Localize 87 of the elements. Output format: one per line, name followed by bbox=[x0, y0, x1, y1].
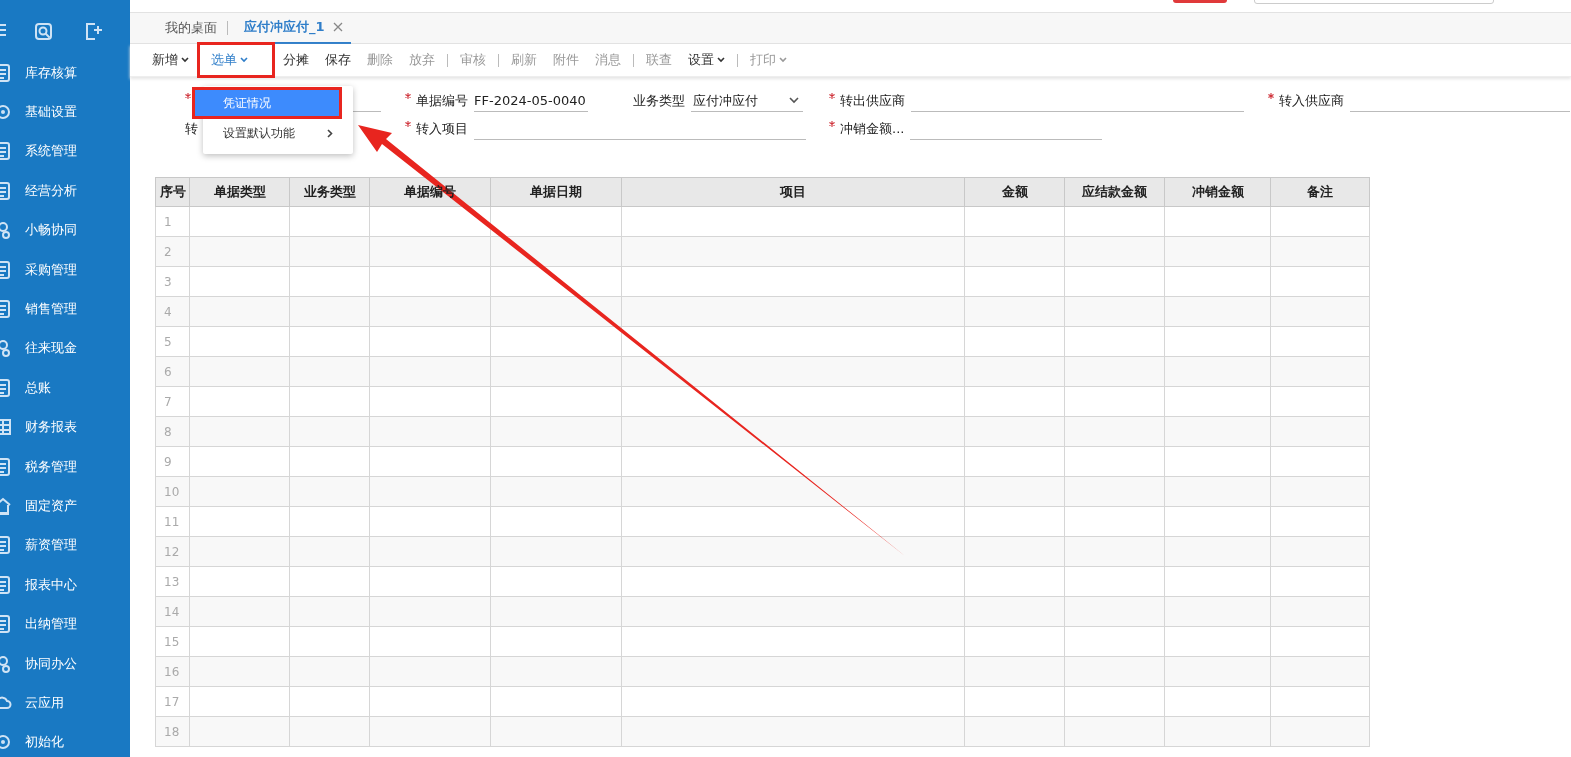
document-icon bbox=[0, 180, 12, 201]
caret-icon bbox=[779, 57, 787, 63]
toolbar-button[interactable]: 设置 bbox=[680, 45, 733, 75]
document-icon bbox=[0, 456, 12, 477]
field-label: 转出供应商 bbox=[840, 92, 905, 110]
sidebar-item[interactable]: 系统管理 bbox=[0, 131, 130, 172]
sidebar-item[interactable]: 报表中心 bbox=[0, 565, 130, 605]
row-number: 10 bbox=[155, 476, 190, 507]
document-icon bbox=[0, 574, 12, 595]
tab[interactable]: 我的桌面 bbox=[163, 12, 219, 44]
document-icon bbox=[0, 141, 12, 162]
sidebar-item[interactable]: 税务管理 bbox=[0, 446, 130, 487]
add-document-icon[interactable] bbox=[85, 23, 102, 40]
row-number: 15 bbox=[155, 626, 190, 657]
caret-icon bbox=[717, 57, 725, 63]
row-number: 3 bbox=[155, 266, 190, 297]
search-icon[interactable] bbox=[35, 23, 52, 40]
column-header: 应结款金额 bbox=[1082, 184, 1147, 199]
row-number: 16 bbox=[155, 656, 190, 687]
row-number: 7 bbox=[155, 386, 190, 417]
toolbar-button[interactable]: 分摊 bbox=[275, 45, 317, 75]
people-icon bbox=[0, 338, 12, 359]
row-number: 12 bbox=[155, 536, 190, 567]
sidebar-item[interactable]: 采购管理 bbox=[0, 249, 130, 290]
toolbar-button[interactable]: 选单 bbox=[197, 42, 275, 78]
sidebar-item[interactable]: 初始化 bbox=[0, 722, 130, 757]
sidebar-item[interactable]: 经营分析 bbox=[0, 171, 130, 211]
row-number: 9 bbox=[155, 446, 190, 477]
toolbar-button[interactable]: 保存 bbox=[317, 45, 359, 75]
row-number: 14 bbox=[155, 596, 190, 627]
document-icon bbox=[0, 259, 12, 280]
column-header: 单据日期 bbox=[530, 184, 582, 199]
field-label: 业务类型 bbox=[633, 92, 685, 110]
row-number: 4 bbox=[155, 296, 190, 327]
caret-icon bbox=[181, 57, 189, 63]
sidebar-item[interactable]: 固定资产 bbox=[0, 486, 130, 526]
row-number: 6 bbox=[155, 356, 190, 387]
close-icon[interactable] bbox=[332, 22, 343, 32]
sidebar-item[interactable]: 财务报表 bbox=[0, 407, 130, 447]
column-header: 备注 bbox=[1307, 184, 1333, 199]
menu-item[interactable]: 凭证情况 bbox=[193, 88, 341, 118]
document-icon bbox=[0, 62, 12, 83]
field-label: 单据编号 bbox=[416, 92, 468, 110]
field-label: 转 bbox=[185, 120, 198, 138]
tab[interactable]: 应付冲应付_1 bbox=[236, 12, 351, 44]
column-header: 金额 bbox=[1001, 184, 1028, 199]
sidebar-item[interactable]: 薪资管理 bbox=[0, 525, 130, 566]
input-field[interactable]: FF-2024-05-0040 bbox=[474, 90, 588, 112]
sidebar-item[interactable]: 往来现金 bbox=[0, 328, 130, 369]
toolbar-button[interactable]: 新增 bbox=[144, 45, 197, 75]
column-header: 单据类型 bbox=[213, 184, 266, 199]
column-header: 冲销金额 bbox=[1191, 184, 1244, 199]
row-number: 1 bbox=[155, 206, 190, 237]
grid-icon bbox=[0, 417, 12, 438]
row-number: 2 bbox=[155, 236, 190, 267]
caret-icon bbox=[789, 97, 799, 104]
sidebar-item[interactable]: 总账 bbox=[0, 368, 130, 408]
column-header: 项目 bbox=[780, 184, 806, 199]
row-number: 17 bbox=[155, 686, 190, 717]
field-label: 冲销金额... bbox=[840, 120, 905, 138]
document-icon bbox=[0, 377, 12, 398]
sidebar-item[interactable]: 协同办公 bbox=[0, 643, 130, 684]
chevron-right-icon bbox=[327, 128, 333, 138]
field-label: 转入供应商 bbox=[1279, 92, 1344, 110]
column-header: 业务类型 bbox=[303, 184, 356, 199]
document-icon bbox=[0, 614, 12, 635]
row-number: 13 bbox=[155, 566, 190, 597]
sidebar-item[interactable]: 库存核算 bbox=[0, 53, 130, 93]
caret-icon bbox=[240, 57, 248, 63]
row-number: 11 bbox=[155, 506, 190, 537]
select-field[interactable]: 应付冲应付 bbox=[691, 90, 803, 112]
building-icon bbox=[0, 496, 12, 516]
sidebar-item[interactable]: 云应用 bbox=[0, 683, 130, 723]
sidebar-item[interactable]: 销售管理 bbox=[0, 289, 130, 329]
sidebar-item[interactable]: 基础设置 bbox=[0, 92, 130, 132]
sidebar-item[interactable]: 出纳管理 bbox=[0, 604, 130, 644]
people-icon bbox=[0, 653, 12, 674]
document-icon bbox=[0, 299, 12, 320]
row-number: 5 bbox=[155, 326, 190, 357]
field-label: 转入项目 bbox=[416, 120, 468, 138]
document-icon bbox=[0, 535, 12, 556]
row-number: 8 bbox=[155, 416, 190, 447]
sidebar-item[interactable]: 小畅协同 bbox=[0, 210, 130, 250]
people-icon bbox=[0, 220, 12, 241]
menu-item[interactable]: 设置默认功能 bbox=[203, 118, 353, 148]
column-header: 序号 bbox=[159, 184, 186, 199]
row-number: 18 bbox=[155, 716, 190, 747]
